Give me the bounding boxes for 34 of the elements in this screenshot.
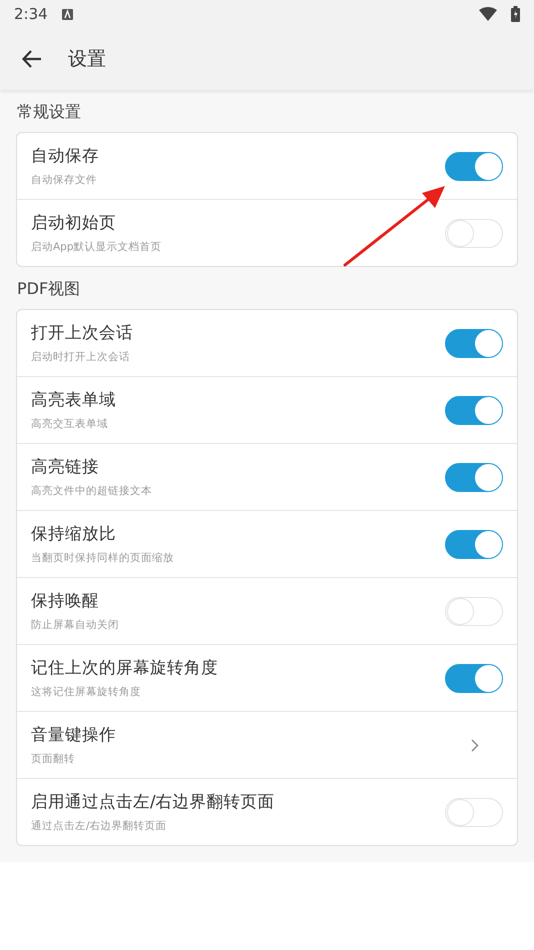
setting-description: 这将记住屏幕旋转角度 xyxy=(31,685,142,699)
setting-title: 高亮链接 xyxy=(31,456,100,478)
setting-title: 启动初始页 xyxy=(31,212,117,234)
setting-description: 高亮文件中的超链接文本 xyxy=(31,484,153,498)
keyboard-icon xyxy=(62,8,73,20)
toggle-switch[interactable] xyxy=(445,152,503,180)
chevron-right-icon[interactable] xyxy=(471,738,479,752)
setting-title: 自动保存 xyxy=(31,145,100,167)
setting-description: 自动保存文件 xyxy=(31,173,98,187)
setting-description: 防止屏幕自动关闭 xyxy=(31,618,120,632)
setting-title: 保持唤醒 xyxy=(31,590,100,612)
status-time: 2:34 xyxy=(14,5,48,23)
setting-description: 启动时打开上次会话 xyxy=(31,350,131,364)
toggle-switch[interactable] xyxy=(445,328,503,358)
section-title: PDF视图 xyxy=(16,278,82,300)
setting-title: 启用通过点击左/右边界翻转页面 xyxy=(31,791,276,813)
setting-description: 通过点击左/右边界翻转页面 xyxy=(31,819,168,833)
setting-description: 页面翻转 xyxy=(31,752,76,766)
setting-description: 当翻页时保持同样的页面缩放 xyxy=(31,551,175,565)
setting-title: 高亮表单域 xyxy=(31,389,117,411)
toggle-switch[interactable] xyxy=(445,396,503,424)
setting-title: 记住上次的屏幕旋转角度 xyxy=(31,657,219,679)
toggle-switch[interactable] xyxy=(445,462,503,492)
battery-icon xyxy=(511,6,520,22)
section-title: 常规设置 xyxy=(16,101,82,123)
setting-title: 打开上次会话 xyxy=(31,322,134,344)
toggle-switch[interactable] xyxy=(445,530,503,558)
wifi-icon xyxy=(479,7,497,21)
toggle-switch[interactable] xyxy=(445,664,503,692)
setting-title: 保持缩放比 xyxy=(31,523,117,545)
toolbar-title: 设置 xyxy=(68,47,106,72)
setting-title: 音量键操作 xyxy=(31,724,117,746)
setting-description: 高亮交互表单域 xyxy=(31,417,109,431)
setting-description: 启动App默认显示文档首页 xyxy=(31,240,163,254)
